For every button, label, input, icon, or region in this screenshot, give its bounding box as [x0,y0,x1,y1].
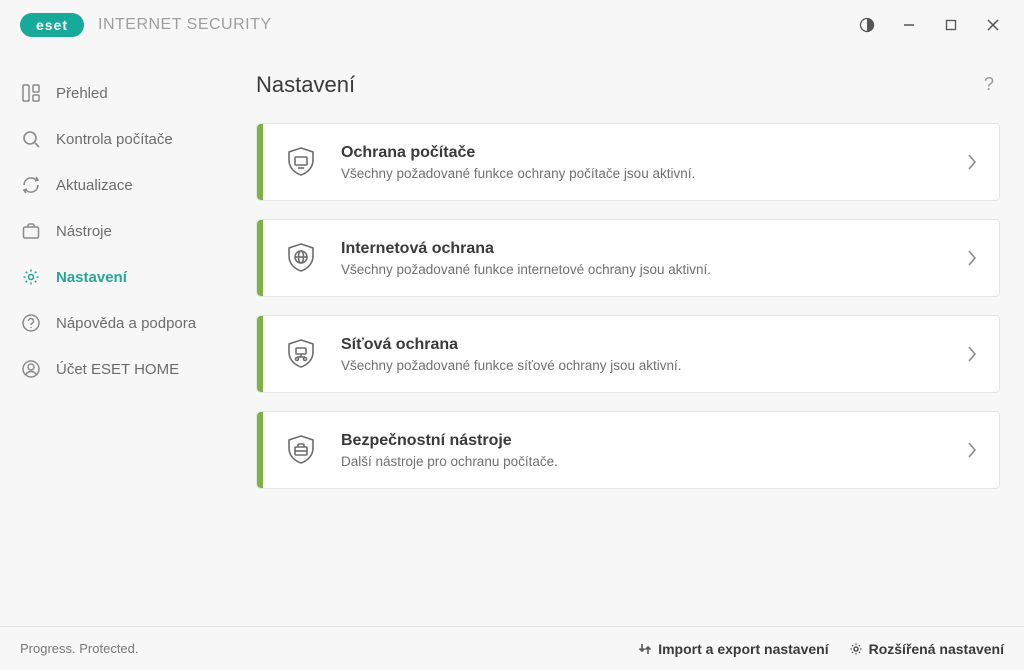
sidebar-item-label: Nastavení [56,269,127,286]
app-window: eset INTERNET SECURITY Přehled [0,0,1024,670]
card-network-protection[interactable]: Síťová ochrana Všechny požadované funkce… [256,315,1000,393]
content: Nastavení ? Ochrana počítače Všechny pož… [250,50,1024,626]
card-title: Internetová ochrana [341,240,711,258]
status-indicator [257,220,263,296]
gear-icon [849,642,863,656]
chevron-right-icon [965,439,979,461]
chevron-right-icon [965,343,979,365]
titlebar: eset INTERNET SECURITY [0,0,1024,50]
card-title: Síťová ochrana [341,336,682,354]
import-export-link[interactable]: Import a export nastavení [638,641,828,657]
card-desc: Všechny požadované funkce internetové oc… [341,262,711,277]
briefcase-icon [20,220,42,242]
sidebar-item-scan[interactable]: Kontrola počítače [0,116,250,162]
sidebar-item-label: Kontrola počítače [56,131,173,148]
sidebar: Přehled Kontrola počítače Aktualizace Ná… [0,50,250,626]
tagline: Progress. Protected. [20,641,139,656]
sidebar-item-help[interactable]: Nápověda a podpora [0,300,250,346]
card-text: Ochrana počítače Všechny požadované funk… [341,144,695,181]
card-text: Bezpečnostní nástroje Další nástroje pro… [341,432,558,469]
card-desc: Všechny požadované funkce ochrany počíta… [341,166,695,181]
brand-logo: eset [20,13,84,37]
window-minimize[interactable] [888,9,930,41]
sidebar-item-label: Účet ESET HOME [56,361,179,378]
sidebar-item-label: Aktualizace [56,177,133,194]
content-header: Nastavení ? [256,70,1000,99]
sidebar-item-label: Nápověda a podpora [56,315,196,332]
help-circle-icon [20,312,42,334]
page-title: Nastavení [256,72,355,98]
chevron-right-icon [965,151,979,173]
window-close[interactable] [972,9,1014,41]
contrast-toggle[interactable] [846,9,888,41]
brand-product: INTERNET SECURITY [98,16,272,34]
import-export-label: Import a export nastavení [658,641,828,657]
chevron-right-icon [965,247,979,269]
svg-text:eset: eset [36,17,68,33]
status-indicator [257,412,263,488]
body: Přehled Kontrola počítače Aktualizace Ná… [0,50,1024,626]
card-title: Bezpečnostní nástroje [341,432,558,450]
card-text: Internetová ochrana Všechny požadované f… [341,240,711,277]
card-text: Síťová ochrana Všechny požadované funkce… [341,336,682,373]
search-icon [20,128,42,150]
card-security-tools[interactable]: Bezpečnostní nástroje Další nástroje pro… [256,411,1000,489]
shield-monitor-icon [281,142,321,182]
card-desc: Další nástroje pro ochranu počítače. [341,454,558,469]
card-internet-protection[interactable]: Internetová ochrana Všechny požadované f… [256,219,1000,297]
sidebar-item-tools[interactable]: Nástroje [0,208,250,254]
sidebar-item-settings[interactable]: Nastavení [0,254,250,300]
sidebar-item-label: Nástroje [56,223,112,240]
status-indicator [257,124,263,200]
window-maximize[interactable] [930,9,972,41]
import-export-icon [638,642,652,656]
sidebar-item-account[interactable]: Účet ESET HOME [0,346,250,392]
card-computer-protection[interactable]: Ochrana počítače Všechny požadované funk… [256,123,1000,201]
shield-toolbox-icon [281,430,321,470]
sidebar-item-label: Přehled [56,85,108,102]
shield-globe-icon [281,238,321,278]
refresh-icon [20,174,42,196]
user-circle-icon [20,358,42,380]
help-button[interactable]: ? [978,70,1000,99]
status-indicator [257,316,263,392]
card-desc: Všechny požadované funkce síťové ochrany… [341,358,682,373]
footer: Progress. Protected. Import a export nas… [0,626,1024,670]
gear-icon [20,266,42,288]
sidebar-item-update[interactable]: Aktualizace [0,162,250,208]
advanced-settings-link[interactable]: Rozšířená nastavení [849,641,1004,657]
brand: eset INTERNET SECURITY [20,13,272,37]
sidebar-item-overview[interactable]: Přehled [0,70,250,116]
card-title: Ochrana počítače [341,144,695,162]
advanced-settings-label: Rozšířená nastavení [869,641,1004,657]
shield-network-icon [281,334,321,374]
dashboard-icon [20,82,42,104]
